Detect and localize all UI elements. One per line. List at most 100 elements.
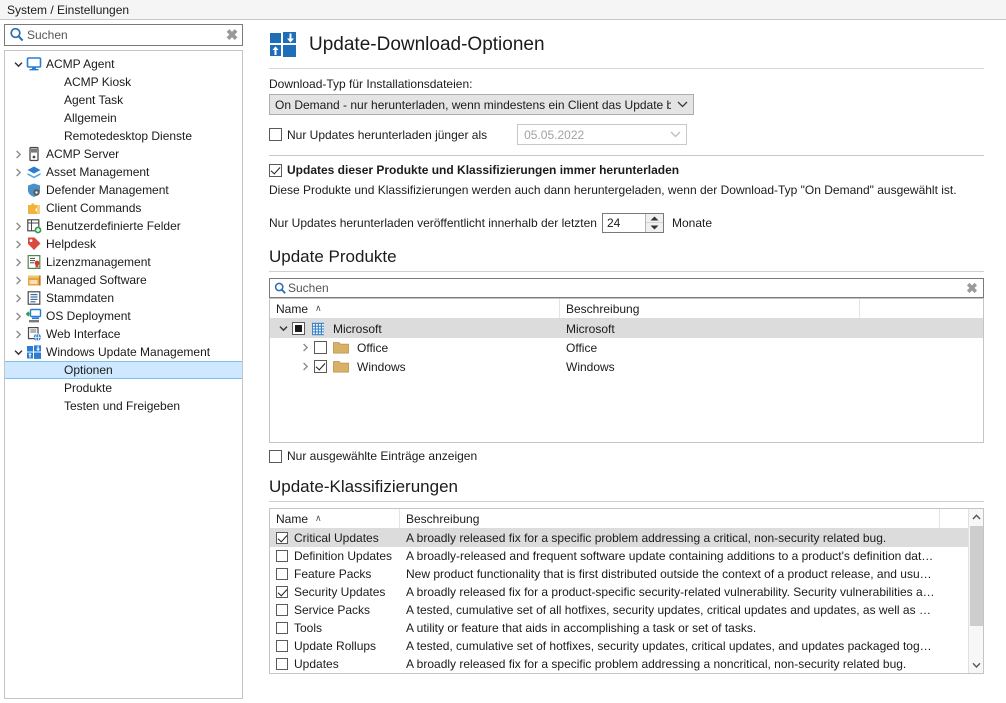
sidebar-item-windows-update-management[interactable]: Windows Update Management: [5, 343, 242, 361]
products-search[interactable]: Suchen ✖: [269, 278, 984, 298]
products-row[interactable]: Office Office: [270, 338, 983, 357]
chevron-right-icon[interactable]: [11, 307, 25, 325]
sidebar-item-optionen[interactable]: Optionen: [5, 361, 242, 379]
classification-row[interactable]: Service Packs A tested, cumulative set of…: [270, 601, 983, 619]
classifications-grid[interactable]: Name ∧ Beschreibung Critical Updates A br…: [269, 508, 984, 674]
products-row-checkbox[interactable]: [314, 360, 327, 373]
sidebar-item-os-deployment[interactable]: OS Deployment: [5, 307, 242, 325]
classification-checkbox[interactable]: [276, 532, 288, 544]
clear-search-icon[interactable]: ✖: [222, 28, 242, 43]
products-row-description: Microsoft: [566, 321, 615, 336]
classifications-column-description[interactable]: Beschreibung: [400, 509, 940, 528]
classification-checkbox[interactable]: [276, 640, 288, 652]
classification-checkbox[interactable]: [276, 586, 288, 598]
stepper-buttons[interactable]: [644, 214, 663, 232]
only-newer-checkbox[interactable]: [269, 128, 282, 141]
classification-row[interactable]: Feature Packs New product functionality t…: [270, 565, 983, 583]
classification-row[interactable]: Critical Updates A broadly released fix f…: [270, 529, 983, 547]
chevron-right-icon[interactable]: [11, 271, 25, 289]
classification-row[interactable]: Tools A utility or feature that aids in a…: [270, 619, 983, 637]
sidebar-item-web-interface[interactable]: Web Interface: [5, 325, 242, 343]
classification-description: New product functionality that is first …: [406, 567, 932, 581]
chevron-down-icon[interactable]: [11, 343, 25, 361]
classification-row[interactable]: Updates A broadly released fix for a spec…: [270, 655, 983, 673]
stepper-down-icon[interactable]: [645, 223, 663, 232]
sidebar-item-acmp-agent[interactable]: ACMP Agent: [5, 55, 242, 73]
chevron-down-icon[interactable]: [276, 320, 290, 338]
products-row-checkbox[interactable]: [292, 322, 305, 335]
sidebar-item-acmp-kiosk[interactable]: ACMP Kiosk: [5, 73, 242, 91]
chevron-right-icon[interactable]: [11, 145, 25, 163]
months-stepper[interactable]: 24: [601, 213, 664, 233]
chevron-right-icon[interactable]: [298, 339, 312, 357]
products-column-name[interactable]: Name ∧: [270, 299, 560, 318]
months-value[interactable]: 24: [603, 214, 645, 232]
products-column-name-label: Name: [276, 301, 309, 316]
sidebar-item-remotedesktop-dienste[interactable]: Remotedesktop Dienste: [5, 127, 242, 145]
classification-checkbox[interactable]: [276, 604, 288, 616]
chevron-down-icon[interactable]: [11, 55, 25, 73]
products-search-input[interactable]: Suchen: [288, 281, 961, 295]
sidebar-item-acmp-server[interactable]: ACMP Server: [5, 145, 242, 163]
sidebar-item-testen-und-freigeben[interactable]: Testen und Freigeben: [5, 397, 242, 415]
classifications-grid-header: Name ∧ Beschreibung: [270, 509, 983, 529]
sidebar-item-client-commands[interactable]: Client Commands: [5, 199, 242, 217]
scroll-down-icon[interactable]: [969, 657, 984, 673]
chevron-right-icon[interactable]: [11, 325, 25, 343]
classification-row[interactable]: Update Rollups A tested, cumulative set o…: [270, 637, 983, 655]
sidebar-item-agent-task[interactable]: Agent Task: [5, 91, 242, 109]
sidebar-search[interactable]: Suchen ✖: [4, 24, 243, 46]
chevron-right-icon[interactable]: [11, 217, 25, 235]
sidebar-item-lizenzmanagement[interactable]: Lizenzmanagement: [5, 253, 242, 271]
sidebar-item-asset-management[interactable]: Asset Management: [5, 163, 242, 181]
chevron-right-icon[interactable]: [11, 163, 25, 181]
only-newer-datepicker[interactable]: 05.05.2022: [517, 124, 688, 145]
sidebar-item-helpdesk[interactable]: Helpdesk: [5, 235, 242, 253]
sidebar-item-produkte[interactable]: Produkte: [5, 379, 242, 397]
products-grid[interactable]: Name ∧ Beschreibung Microsoft Microsoft Of…: [269, 298, 984, 443]
only-selected-checkbox[interactable]: [269, 449, 282, 463]
always-download-checkbox[interactable]: [269, 163, 282, 177]
classification-checkbox[interactable]: [276, 550, 288, 562]
only-selected-row: Nur ausgewählte Einträge anzeigen: [269, 449, 984, 463]
settings-window: System / Einstellungen Suchen ✖ ACMP Age…: [0, 0, 1006, 703]
folder-icon: [331, 360, 353, 373]
search-icon: [8, 26, 26, 44]
scroll-up-icon[interactable]: [969, 509, 984, 525]
classification-row[interactable]: Security Updates A broadly released fix f…: [270, 583, 983, 601]
settings-tree[interactable]: ACMP Agent ACMP Kiosk Agent Task Allgemein R…: [4, 50, 243, 699]
classification-description: A tested, cumulative set of hotfixes, se…: [406, 639, 932, 653]
sidebar-item-allgemein[interactable]: Allgemein: [5, 109, 242, 127]
products-row[interactable]: Microsoft Microsoft: [270, 319, 983, 338]
expander-placeholder: [29, 379, 43, 397]
products-row-checkbox[interactable]: [314, 341, 327, 354]
chevron-right-icon[interactable]: [298, 358, 312, 376]
sidebar-search-input[interactable]: Suchen: [26, 28, 222, 42]
download-type-select[interactable]: On Demand - nur herunterladen, wenn mind…: [269, 94, 694, 115]
classification-row[interactable]: Definition Updates A broadly-released and…: [270, 547, 983, 565]
no-icon: [43, 380, 61, 396]
products-row-name-cell: Windows: [270, 358, 560, 376]
products-row[interactable]: Windows Windows: [270, 357, 983, 376]
building-icon: [309, 322, 329, 336]
classification-checkbox[interactable]: [276, 568, 288, 580]
classification-checkbox[interactable]: [276, 622, 288, 634]
sidebar-item-benutzerdefinierte-felder[interactable]: Benutzerdefinierte Felder: [5, 217, 242, 235]
sidebar-item-label: Lizenzmanagement: [46, 255, 151, 269]
sidebar-item-defender-management[interactable]: Defender Management: [5, 181, 242, 199]
sidebar-item-managed-software[interactable]: Managed Software: [5, 271, 242, 289]
scrollbar-thumb[interactable]: [969, 526, 983, 626]
classification-checkbox[interactable]: [276, 658, 288, 670]
stepper-up-icon[interactable]: [645, 214, 663, 223]
classifications-column-name[interactable]: Name ∧: [270, 509, 400, 528]
clear-products-search-icon[interactable]: ✖: [961, 280, 983, 297]
sidebar-item-stammdaten[interactable]: Stammdaten: [5, 289, 242, 307]
expander-placeholder: [29, 109, 43, 127]
chevron-right-icon[interactable]: [11, 235, 25, 253]
sidebar-item-label: Remotedesktop Dienste: [64, 129, 193, 143]
chevron-right-icon[interactable]: [11, 289, 25, 307]
chevron-right-icon[interactable]: [11, 253, 25, 271]
products-column-description[interactable]: Beschreibung: [560, 299, 860, 318]
no-icon: [43, 110, 61, 126]
classifications-scrollbar[interactable]: [968, 509, 983, 673]
